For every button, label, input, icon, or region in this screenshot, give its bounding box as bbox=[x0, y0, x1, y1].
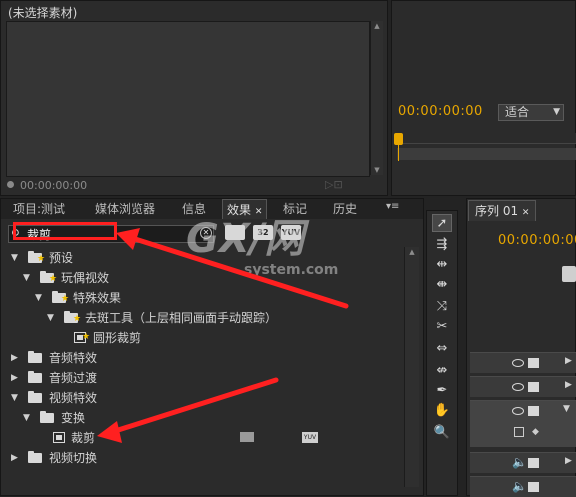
annotation-arrow-line bbox=[129, 235, 349, 309]
annotation-arrows bbox=[97, 228, 349, 443]
annotation-arrowhead bbox=[116, 228, 140, 250]
annotation-arrow-line bbox=[109, 377, 279, 435]
annotation-arrowhead bbox=[97, 421, 122, 443]
